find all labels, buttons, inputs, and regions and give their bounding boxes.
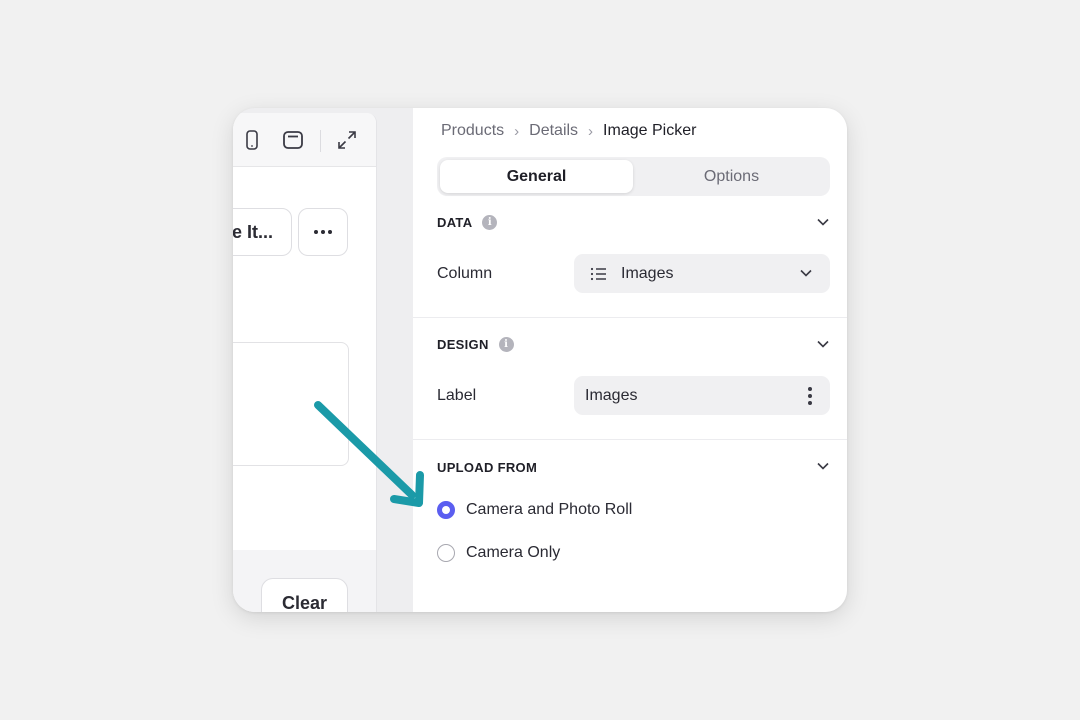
label-input-value: Images: [585, 386, 638, 404]
preview-toolbar: [233, 113, 376, 167]
chevron-down-icon: [800, 269, 812, 277]
tab-switcher: General Options: [437, 157, 830, 196]
tablet-icon[interactable]: [282, 129, 304, 151]
properties-panel: Products › Details › Image Picker Genera…: [413, 108, 847, 612]
breadcrumb-separator: ›: [514, 122, 520, 140]
breadcrumb-item-details[interactable]: Details: [529, 122, 578, 140]
tab-general[interactable]: General: [440, 160, 633, 193]
phone-icon[interactable]: [241, 129, 263, 151]
column-select[interactable]: Images: [574, 254, 830, 293]
clear-button[interactable]: Clear: [261, 578, 348, 612]
label-label: Label: [437, 387, 477, 404]
list-icon: [590, 267, 606, 280]
radio-label: Camera Only: [466, 544, 561, 561]
more-dots-icon: [314, 230, 332, 234]
section-design-header[interactable]: DESIGN i: [437, 337, 514, 352]
breadcrumb-separator: ›: [588, 122, 594, 140]
toolbar-separator: [320, 130, 321, 152]
expand-icon[interactable]: [336, 129, 358, 151]
annotation-arrow-icon: [314, 401, 424, 507]
section-upload-header[interactable]: UPLOAD FROM: [437, 460, 537, 475]
column-select-value: Images: [621, 264, 674, 282]
chevron-down-icon[interactable]: [815, 336, 831, 352]
radio-unselected[interactable]: [437, 544, 455, 562]
section-upload-title: UPLOAD FROM: [437, 460, 538, 475]
breadcrumb: Products › Details › Image Picker: [441, 122, 696, 140]
section-data-header[interactable]: DATA i: [437, 215, 498, 230]
more-button[interactable]: [298, 208, 348, 256]
breadcrumb-item-current: Image Picker: [603, 122, 697, 139]
preview-action-button[interactable]: e It...: [233, 208, 292, 256]
chevron-down-icon[interactable]: [815, 214, 831, 230]
info-icon[interactable]: i: [482, 215, 498, 230]
radio-label: Camera and Photo Roll: [466, 501, 633, 518]
label-input[interactable]: Images: [574, 376, 830, 415]
radio-option-camera-only[interactable]: Camera Only: [437, 544, 560, 562]
section-data-title: DATA: [437, 215, 473, 230]
breadcrumb-item-products[interactable]: Products: [441, 122, 504, 140]
editor-card: e It... Clear Products › Details › Image…: [233, 108, 847, 612]
chevron-down-icon[interactable]: [815, 458, 831, 474]
preview-panel: e It... Clear: [233, 113, 377, 612]
kebab-menu-icon[interactable]: [807, 386, 813, 406]
info-icon[interactable]: i: [498, 337, 514, 352]
radio-option-camera-photo-roll[interactable]: Camera and Photo Roll: [437, 501, 632, 519]
column-label: Column: [437, 265, 493, 282]
section-divider: [413, 317, 847, 318]
section-divider: [413, 439, 847, 440]
tab-options[interactable]: Options: [635, 160, 828, 193]
section-design-title: DESIGN: [437, 337, 489, 352]
